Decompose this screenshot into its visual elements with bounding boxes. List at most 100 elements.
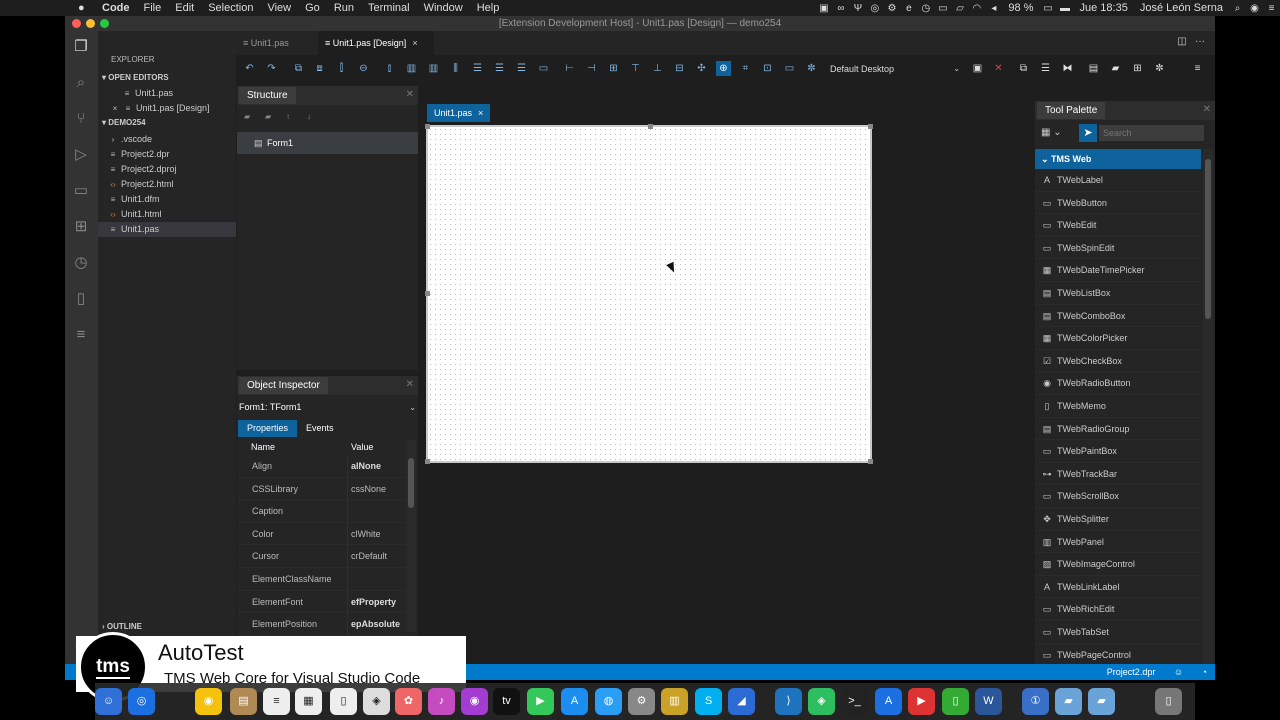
onepassword-icon[interactable]: ① [1022,688,1049,715]
property-row[interactable]: Align alNone [238,455,406,478]
center-h-icon[interactable]: ⊞ [606,61,621,76]
terminal-icon[interactable]: >_ [841,688,868,715]
close-icon[interactable]: × [478,108,483,118]
menu-file[interactable]: File [144,2,162,14]
resize-handle[interactable] [425,124,430,129]
align-left-edges-icon[interactable]: ⫿ [334,61,349,76]
messages-icon[interactable]: ◍ [595,688,622,715]
trash-icon[interactable]: ▯ [1155,688,1182,715]
scrollbar-thumb[interactable] [408,458,414,508]
align-rights-icon[interactable]: ⊣ [584,61,599,76]
align-middle-icon[interactable]: ☰ [492,61,507,76]
scale-icon[interactable]: ⊡ [760,61,775,76]
bring-front-icon[interactable]: ⧉ [291,61,306,76]
hierarchy-icon[interactable]: ⧓ [1060,61,1075,76]
spotlight-icon[interactable]: ⌕ [1232,3,1243,14]
minimize-window-button[interactable] [86,19,95,28]
open-editor-item[interactable]: × ≡ Unit1.pas [Design] [98,101,236,116]
palette-item[interactable]: A TWebLabel [1035,169,1201,192]
property-value[interactable]: cssNone [348,478,386,500]
arrow-down-icon[interactable]: ↓ [307,112,319,121]
delete-icon[interactable]: ✕ [991,61,1006,76]
app-store-icon[interactable]: A [561,688,588,715]
palette-item[interactable]: ▭ TWebRichEdit [1035,598,1201,621]
size-to-fit-icon[interactable]: ⌗ [738,61,753,76]
grid-toggle-icon[interactable]: ⊕ [716,61,731,76]
palette-item[interactable]: ◉ TWebRadioButton [1035,372,1201,395]
bookmark-icon[interactable]: ▯ [72,290,90,308]
inspector-scrollbar[interactable] [406,440,416,632]
menu-selection[interactable]: Selection [208,2,253,14]
list-icon[interactable]: ≡ [72,326,90,344]
component-select[interactable]: Form1: TForm1 ⌄ [239,400,418,415]
flag-icon[interactable]: ▬ [1060,3,1071,14]
music-icon[interactable]: ♪ [428,688,455,715]
menu-go[interactable]: Go [305,2,320,14]
feedback-icon[interactable]: ☺ [1174,667,1183,677]
file-item[interactable]: › .vscode [98,132,236,147]
palette-item[interactable]: ⊶ TWebTrackBar [1035,463,1201,486]
tab-unit1-pas[interactable]: ≡ Unit1.pas [236,31,318,55]
gear-icon[interactable]: ⚙ [886,3,897,14]
menu-edit[interactable]: Edit [175,2,194,14]
file-item-selected[interactable]: ≡ Unit1.pas [98,222,236,237]
space-equally-h-icon[interactable]: ▥ [404,61,419,76]
menu-terminal[interactable]: Terminal [368,2,410,14]
downloads-folder-icon[interactable]: ▰ [1088,688,1115,715]
close-icon[interactable]: × [110,101,120,116]
menu-view[interactable]: View [267,2,291,14]
extensions-icon[interactable]: ⊞ [72,218,90,236]
editor-app-icon[interactable]: ▯ [942,688,969,715]
redo-icon[interactable]: ↷ [264,61,279,76]
align-bottoms-icon[interactable]: ⊥ [650,61,665,76]
form-canvas[interactable] [425,124,873,464]
tv-icon[interactable]: tv [493,688,520,715]
tab-events[interactable]: Events [297,420,343,437]
settings-icon[interactable]: ✼ [1152,61,1167,76]
palette-item[interactable]: ▯ TWebMemo [1035,395,1201,418]
undo-icon[interactable]: ↶ [242,61,257,76]
property-value[interactable]: crDefault [348,545,387,567]
run-debug-icon[interactable]: ▷ [72,146,90,164]
fork-icon[interactable]: Ψ [852,3,863,14]
align-vcenter-icon[interactable]: ⫼ [448,61,463,76]
file-item[interactable]: ‹› Project2.html [98,177,236,192]
send-back-icon[interactable]: ⧈ [312,61,327,76]
pdf-icon[interactable]: ▶ [908,688,935,715]
property-value[interactable]: epAbsolute [348,613,400,635]
menu-help[interactable]: Help [477,2,500,14]
screen-icon[interactable]: ▭ [937,3,948,14]
preview-icon[interactable]: ▣ [970,61,985,76]
folder-open-icon[interactable]: ▰ [265,112,277,121]
clock-icon[interactable]: ◷ [920,3,931,14]
podcasts-icon[interactable]: ◉ [461,688,488,715]
menu-icon[interactable]: ≡ [1190,61,1205,76]
tab-unit1-design[interactable]: ≡ Unit1.pas [Design] × [318,31,434,55]
more-actions-icon[interactable]: ··· [1195,36,1205,47]
folder-icon[interactable]: ▰ [1108,61,1123,76]
space-equally-icon[interactable]: ▥ [426,61,441,76]
palette-search-input[interactable] [1099,125,1204,141]
palette-item[interactable]: ▥ TWebPanel [1035,531,1201,554]
facetime-icon[interactable]: ▶ [527,688,554,715]
creative-cloud-icon[interactable]: ∞ [835,3,846,14]
reminders-icon[interactable]: ≡ [263,688,290,715]
resize-handle[interactable] [868,459,873,464]
file-item[interactable]: ‹› Unit1.html [98,207,236,222]
copy-icon[interactable]: ⧉ [1016,61,1031,76]
close-icon[interactable]: ✕ [1203,104,1211,115]
circle-icon[interactable]: ◎ [869,3,880,14]
palette-item[interactable]: ▭ TWebScrollBox [1035,485,1201,508]
resize-handle[interactable] [648,124,653,129]
align-hcenter-icon[interactable]: ▭ [536,61,551,76]
view-mode-icon[interactable]: ▦ ⌄ [1041,127,1062,138]
scrollbar-thumb[interactable] [1205,159,1211,319]
open-editors-section[interactable]: ▾ OPEN EDITORS [98,71,236,85]
palette-category[interactable]: ⌄ TMS Web [1035,149,1201,169]
resize-handle[interactable] [425,459,430,464]
property-row[interactable]: Cursor crDefault [238,545,406,568]
zoom-window-button[interactable] [100,19,109,28]
paste-icon[interactable]: ▤ [1086,61,1101,76]
align-lefts-icon[interactable]: ⊢ [562,61,577,76]
palette-item[interactable]: ▤ TWebRadioGroup [1035,418,1201,441]
